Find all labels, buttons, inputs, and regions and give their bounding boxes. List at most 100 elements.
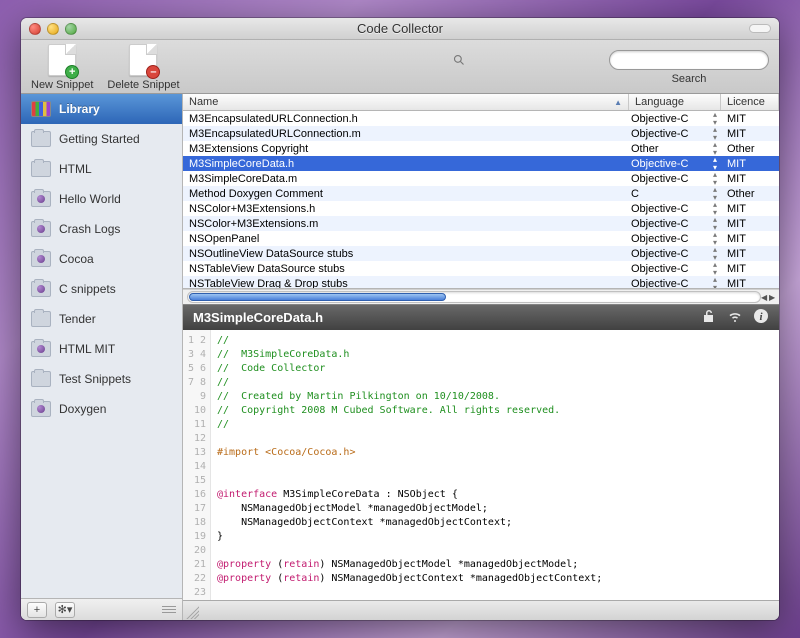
code-content[interactable]: // // M3SimpleCoreData.h // Code Collect…	[211, 330, 779, 600]
column-name[interactable]: Name	[183, 94, 629, 110]
cell-language: Objective-C	[625, 158, 709, 170]
sidebar-item-label: Getting Started	[59, 132, 140, 146]
folder-icon	[31, 221, 51, 237]
column-licence[interactable]: Licence	[721, 94, 779, 110]
info-icon[interactable]: i	[753, 308, 769, 327]
sidebar-item-label: HTML	[59, 162, 92, 176]
add-button[interactable]: +	[27, 602, 47, 618]
stepper-icon[interactable]: ▴▾	[709, 111, 721, 127]
table-row[interactable]: M3EncapsulatedURLConnection.mObjective-C…	[183, 126, 779, 141]
table-row[interactable]: NSOutlineView DataSource stubsObjective-…	[183, 246, 779, 261]
cell-name: M3SimpleCoreData.m	[183, 173, 625, 185]
folder-icon	[31, 341, 51, 357]
search-input[interactable]	[609, 50, 769, 70]
sidebar-item-label: Tender	[59, 312, 96, 326]
sidebar-item-cocoa[interactable]: Cocoa	[21, 244, 182, 274]
cell-name: NSOutlineView DataSource stubs	[183, 248, 625, 260]
scroll-track[interactable]	[187, 291, 761, 303]
toolbar: + New Snippet – Delete Snippet Search	[21, 40, 779, 94]
cell-language: Objective-C	[625, 128, 709, 140]
new-snippet-label: New Snippet	[31, 79, 93, 91]
cell-language: Other	[625, 143, 709, 155]
folder-icon	[31, 251, 51, 267]
table-row[interactable]: NSColor+M3Extensions.hObjective-C▴▾MIT	[183, 201, 779, 216]
wifi-icon[interactable]	[727, 308, 743, 327]
table-row[interactable]: NSOpenPanelObjective-C▴▾MIT	[183, 231, 779, 246]
sidebar-item-crash-logs[interactable]: Crash Logs	[21, 214, 182, 244]
scroll-left-icon[interactable]: ◀	[761, 293, 769, 302]
table-row[interactable]: M3SimpleCoreData.mObjective-C▴▾MIT	[183, 171, 779, 186]
stepper-icon[interactable]: ▴▾	[709, 246, 721, 262]
cell-name: NSTableView Drag & Drop stubs	[183, 278, 625, 290]
table-body[interactable]: M3EncapsulatedURLConnection.hObjective-C…	[183, 111, 779, 289]
folder-icon	[31, 311, 51, 327]
action-menu-button[interactable]: ✻▾	[55, 602, 75, 618]
cell-language: Objective-C	[625, 263, 709, 275]
cell-language: Objective-C	[625, 203, 709, 215]
document-icon: –	[129, 44, 157, 76]
sidebar-item-label: Crash Logs	[59, 222, 120, 236]
unlock-icon[interactable]	[701, 308, 717, 327]
stepper-icon[interactable]: ▴▾	[709, 186, 721, 202]
sidebar-item-hello-world[interactable]: Hello World	[21, 184, 182, 214]
sidebar: Library Getting Started HTML Hello World Cra…	[21, 94, 183, 620]
stepper-icon[interactable]: ▴▾	[709, 171, 721, 187]
delete-snippet-button[interactable]: – Delete Snippet	[107, 44, 179, 91]
new-snippet-button[interactable]: + New Snippet	[31, 44, 93, 91]
stepper-icon[interactable]: ▴▾	[709, 156, 721, 172]
sidebar-item-doxygen[interactable]: Doxygen	[21, 394, 182, 424]
cell-name: NSColor+M3Extensions.h	[183, 203, 625, 215]
sidebar-resize-handle[interactable]	[162, 606, 176, 613]
stepper-icon[interactable]: ▴▾	[709, 201, 721, 217]
cell-name: M3Extensions Copyright	[183, 143, 625, 155]
sidebar-item-getting-started[interactable]: Getting Started	[21, 124, 182, 154]
table-row[interactable]: NSTableView DataSource stubsObjective-C▴…	[183, 261, 779, 276]
scroll-right-icon[interactable]: ▶	[769, 293, 777, 302]
horizontal-scrollbar[interactable]: ◀▶	[183, 289, 779, 304]
folder-icon	[31, 371, 51, 387]
table-row[interactable]: M3EncapsulatedURLConnection.hObjective-C…	[183, 111, 779, 126]
cell-licence: MIT	[721, 248, 763, 260]
stepper-icon[interactable]: ▴▾	[709, 216, 721, 232]
stepper-icon[interactable]: ▴▾	[709, 126, 721, 142]
stepper-icon[interactable]: ▴▾	[709, 141, 721, 157]
stepper-icon[interactable]: ▴▾	[709, 231, 721, 247]
folder-icon	[31, 161, 51, 177]
stepper-icon[interactable]: ▴▾	[709, 261, 721, 277]
document-icon: +	[48, 44, 76, 76]
cell-language: Objective-C	[625, 278, 709, 290]
sidebar-item-tender[interactable]: Tender	[21, 304, 182, 334]
table-row[interactable]: Method Doxygen CommentC▴▾Other	[183, 186, 779, 201]
sidebar-item-c-snippets[interactable]: C snippets	[21, 274, 182, 304]
window-title: Code Collector	[21, 21, 779, 36]
table-header: Name Language Licence	[183, 94, 779, 111]
titlebar[interactable]: Code Collector	[21, 18, 779, 40]
cell-licence: MIT	[721, 173, 763, 185]
folder-icon	[31, 131, 51, 147]
cell-licence: MIT	[721, 263, 763, 275]
sidebar-list: Library Getting Started HTML Hello World Cra…	[21, 94, 182, 598]
code-view[interactable]: 1 2 3 4 5 6 7 8 9 10 11 12 13 14 15 16 1…	[183, 330, 779, 600]
scroll-thumb[interactable]	[189, 293, 446, 301]
line-gutter: 1 2 3 4 5 6 7 8 9 10 11 12 13 14 15 16 1…	[183, 330, 211, 600]
cell-name: Method Doxygen Comment	[183, 188, 625, 200]
folder-icon	[31, 191, 51, 207]
resize-grip-icon[interactable]	[183, 603, 199, 619]
stepper-icon[interactable]: ▴▾	[709, 276, 721, 290]
sidebar-item-html[interactable]: HTML	[21, 154, 182, 184]
main-area: Name Language Licence M3EncapsulatedURLC…	[183, 94, 779, 620]
table-row[interactable]: NSColor+M3Extensions.mObjective-C▴▾MIT	[183, 216, 779, 231]
cell-licence: MIT	[721, 218, 763, 230]
column-language[interactable]: Language	[629, 94, 721, 110]
table-row[interactable]: NSTableView Drag & Drop stubsObjective-C…	[183, 276, 779, 289]
sidebar-item-test-snippets[interactable]: Test Snippets	[21, 364, 182, 394]
sidebar-item-library[interactable]: Library	[21, 94, 182, 124]
cell-licence: MIT	[721, 158, 763, 170]
cell-language: Objective-C	[625, 113, 709, 125]
cell-licence: Other	[721, 143, 763, 155]
table-row[interactable]: M3Extensions CopyrightOther▴▾Other	[183, 141, 779, 156]
detail-title: M3SimpleCoreData.h	[193, 310, 323, 325]
table-row[interactable]: M3SimpleCoreData.hObjective-C▴▾MIT	[183, 156, 779, 171]
sidebar-item-html-mit[interactable]: HTML MIT	[21, 334, 182, 364]
cell-name: M3SimpleCoreData.h	[183, 158, 625, 170]
